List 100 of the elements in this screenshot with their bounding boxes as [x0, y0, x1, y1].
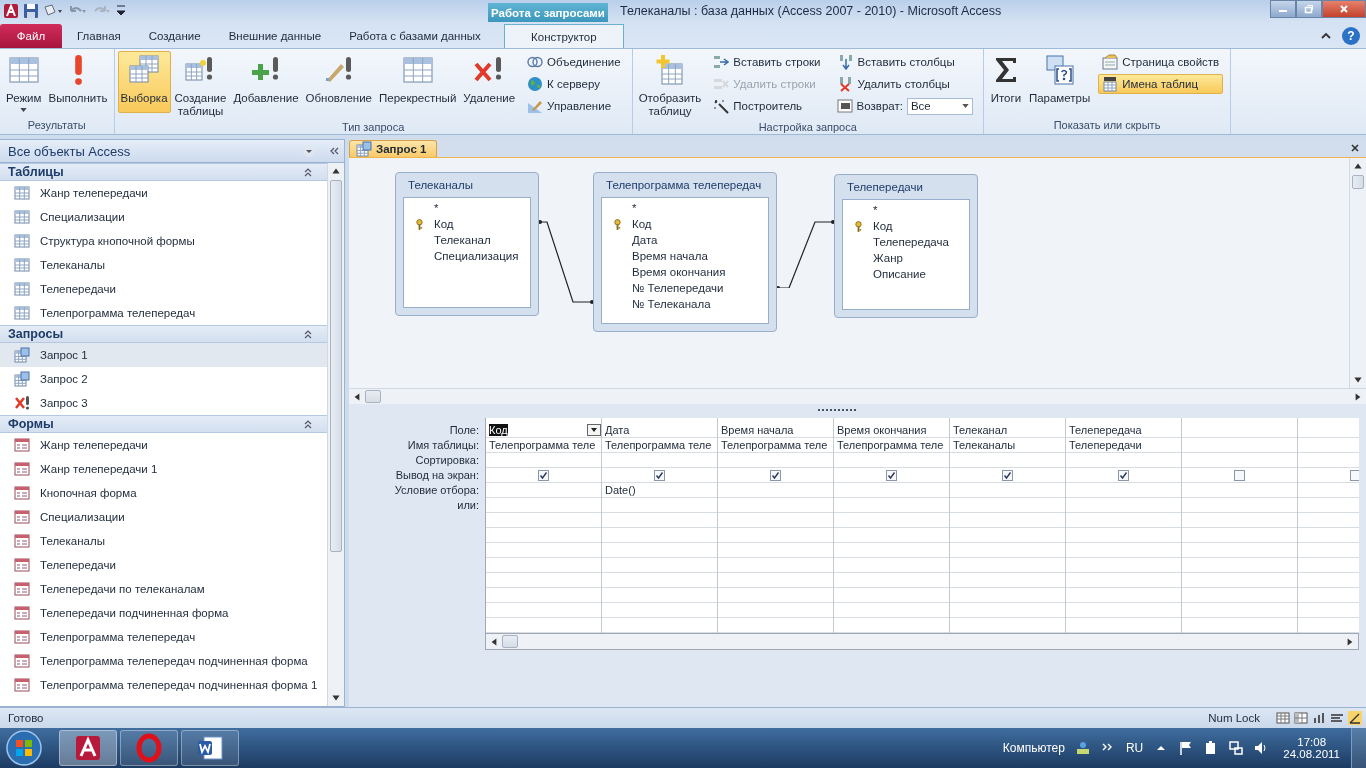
ribbon-button[interactable]: Перекрестный — [375, 51, 460, 113]
navigation-item[interactable]: Запрос 1 — [0, 343, 327, 367]
show-cell[interactable] — [486, 468, 601, 483]
field-name[interactable]: Описание — [873, 268, 926, 280]
field-name[interactable]: * — [434, 202, 439, 214]
field-name[interactable]: Код — [632, 218, 652, 230]
field-cell[interactable]: Время окончания — [834, 423, 949, 438]
ribbon-tab[interactable]: Главная — [64, 24, 134, 48]
ribbon-button[interactable]: Имена таблиц — [1098, 74, 1224, 94]
scroll-thumb[interactable] — [365, 390, 381, 403]
navigation-item[interactable]: Жанр телепередачи 1 — [0, 457, 327, 481]
field-name[interactable]: № Телеканала — [632, 298, 711, 310]
navigation-item[interactable]: Жанр телепередачи — [0, 181, 327, 205]
field-cell[interactable]: Телеканал — [950, 423, 1065, 438]
ribbon-button[interactable]: Итоги — [986, 51, 1025, 113]
ribbon-tab[interactable]: Работа с базами данных — [336, 24, 494, 48]
collapse-pane-icon[interactable] — [328, 145, 340, 157]
minimize-button[interactable] — [1270, 0, 1296, 18]
field-name[interactable]: Жанр — [873, 252, 903, 264]
section-header[interactable]: Запросы — [0, 325, 327, 343]
navigation-item[interactable]: Специализации — [0, 205, 327, 229]
ribbon-tab[interactable]: Создание — [135, 24, 214, 48]
field-list-window[interactable]: Телеканалы * Код Телеканал Специализация — [395, 172, 539, 316]
navigation-item[interactable]: Телепередачи подчиненная форма — [0, 601, 327, 625]
checkbox[interactable] — [538, 469, 549, 481]
field-name[interactable]: Телепередача — [873, 236, 949, 248]
navigation-item[interactable]: Телеканалы — [0, 529, 327, 553]
checkbox[interactable] — [770, 469, 781, 481]
app-logo-icon[interactable] — [3, 3, 19, 19]
navigation-item[interactable]: Телепрограмма телепередач подчиненная форма — [0, 649, 327, 673]
taskbar-app-button[interactable] — [59, 730, 117, 766]
checkbox[interactable] — [886, 469, 897, 481]
ribbon-button[interactable]: Обновление — [302, 51, 375, 113]
field-cell[interactable]: Телепередача — [1066, 423, 1181, 438]
field-list-window[interactable]: Телепрограмма телепередач * Код Дата Время начала Время окончания № Телепередачи № Телеканала — [593, 172, 777, 332]
navigation-item[interactable]: Специализации — [0, 505, 327, 529]
clock[interactable]: 17:08 24.08.2011 — [1283, 736, 1340, 760]
field-cell[interactable]: Дата — [602, 423, 717, 438]
navigation-item[interactable]: Запрос 3 — [0, 391, 327, 415]
ribbon-button[interactable]: Удаление — [460, 51, 519, 113]
language-indicator[interactable]: RU — [1125, 741, 1144, 755]
chart-view-icon[interactable] — [1312, 711, 1326, 725]
design-view-icon[interactable] — [1348, 711, 1362, 725]
navigation-item[interactable]: Кнопочная форма — [0, 481, 327, 505]
section-header[interactable]: Формы — [0, 415, 327, 433]
field-name[interactable]: * — [873, 204, 878, 216]
field-name[interactable]: Код — [873, 220, 893, 232]
ribbon-tab[interactable]: Файл — [0, 24, 62, 48]
ribbon-button[interactable]: Добавление — [230, 51, 302, 113]
customize-icon[interactable] — [43, 3, 63, 19]
criteria-cell[interactable]: Date() — [602, 483, 717, 498]
scroll-thumb[interactable] — [1352, 175, 1364, 189]
navigation-item[interactable]: Телепередачи — [0, 553, 327, 577]
field-name[interactable]: № Телепередачи — [632, 282, 724, 294]
field-cell[interactable]: Код — [486, 423, 601, 438]
ribbon-button[interactable]: Удалить столбцы — [833, 74, 976, 94]
checkbox[interactable] — [654, 469, 665, 481]
table-cell[interactable]: Телепрограмма теле — [486, 438, 601, 453]
navigation-item[interactable]: Запрос 2 — [0, 367, 327, 391]
table-cell[interactable]: Телепрограмма теле — [718, 438, 833, 453]
navigation-item[interactable]: Структура кнопочной формы — [0, 229, 327, 253]
field-name[interactable]: Код — [434, 218, 454, 230]
toolbar-label[interactable]: Компьютер — [1002, 741, 1065, 755]
checkbox[interactable] — [1002, 469, 1013, 481]
navigation-item[interactable]: Телепередачи — [0, 277, 327, 301]
show-cell[interactable] — [834, 468, 949, 483]
table-cell[interactable]: Телепрограмма теле — [602, 438, 717, 453]
datasheet-view-icon[interactable] — [1276, 711, 1290, 725]
ribbon-button[interactable]: Построитель — [709, 96, 825, 116]
navigation-item[interactable]: Телеканалы — [0, 253, 327, 277]
ribbon-button[interactable]: Вставить столбцы — [833, 52, 976, 72]
checkbox[interactable] — [1350, 469, 1359, 481]
checkbox[interactable] — [1118, 469, 1129, 481]
ribbon-button[interactable]: Управление — [523, 96, 625, 116]
close-button[interactable] — [1322, 0, 1366, 18]
ribbon-tab[interactable]: Внешние данные — [215, 24, 335, 48]
table-cell[interactable]: Телеканалы — [950, 438, 1065, 453]
restore-button[interactable] — [1296, 0, 1322, 18]
ribbon-button[interactable]: Отобразить таблицу — [635, 51, 705, 121]
horizontal-scrollbar[interactable] — [485, 633, 1359, 650]
vertical-scrollbar[interactable] — [1349, 158, 1366, 388]
field-list-window[interactable]: Телепередачи * Код Телепередача Жанр Описание — [834, 174, 978, 318]
navigation-item[interactable]: Телепрограмма телепередач подчиненная форма 1 — [0, 673, 327, 697]
taskbar-app-button[interactable] — [120, 730, 178, 766]
ribbon-tab[interactable]: Конструктор — [503, 24, 624, 48]
field-cell[interactable]: Время начала — [718, 423, 833, 438]
network-drive-icon[interactable] — [1074, 740, 1091, 756]
field-name[interactable]: * — [632, 202, 637, 214]
dropdown-icon[interactable] — [587, 424, 601, 436]
start-button[interactable] — [4, 728, 44, 768]
field-name[interactable]: Телеканал — [434, 234, 491, 246]
help-button[interactable]: ? — [1342, 27, 1360, 45]
ribbon-button[interactable]: К серверу — [523, 74, 625, 94]
scroll-thumb[interactable] — [502, 635, 518, 648]
field-name[interactable]: Специализация — [434, 250, 519, 262]
navigation-item[interactable]: Телепрограмма телепередач — [0, 625, 327, 649]
return-dropdown[interactable]: Все — [906, 97, 973, 115]
sql-view-icon[interactable] — [1330, 711, 1344, 725]
show-cell[interactable] — [1066, 468, 1181, 483]
table-cell[interactable]: Телепрограмма теле — [834, 438, 949, 453]
